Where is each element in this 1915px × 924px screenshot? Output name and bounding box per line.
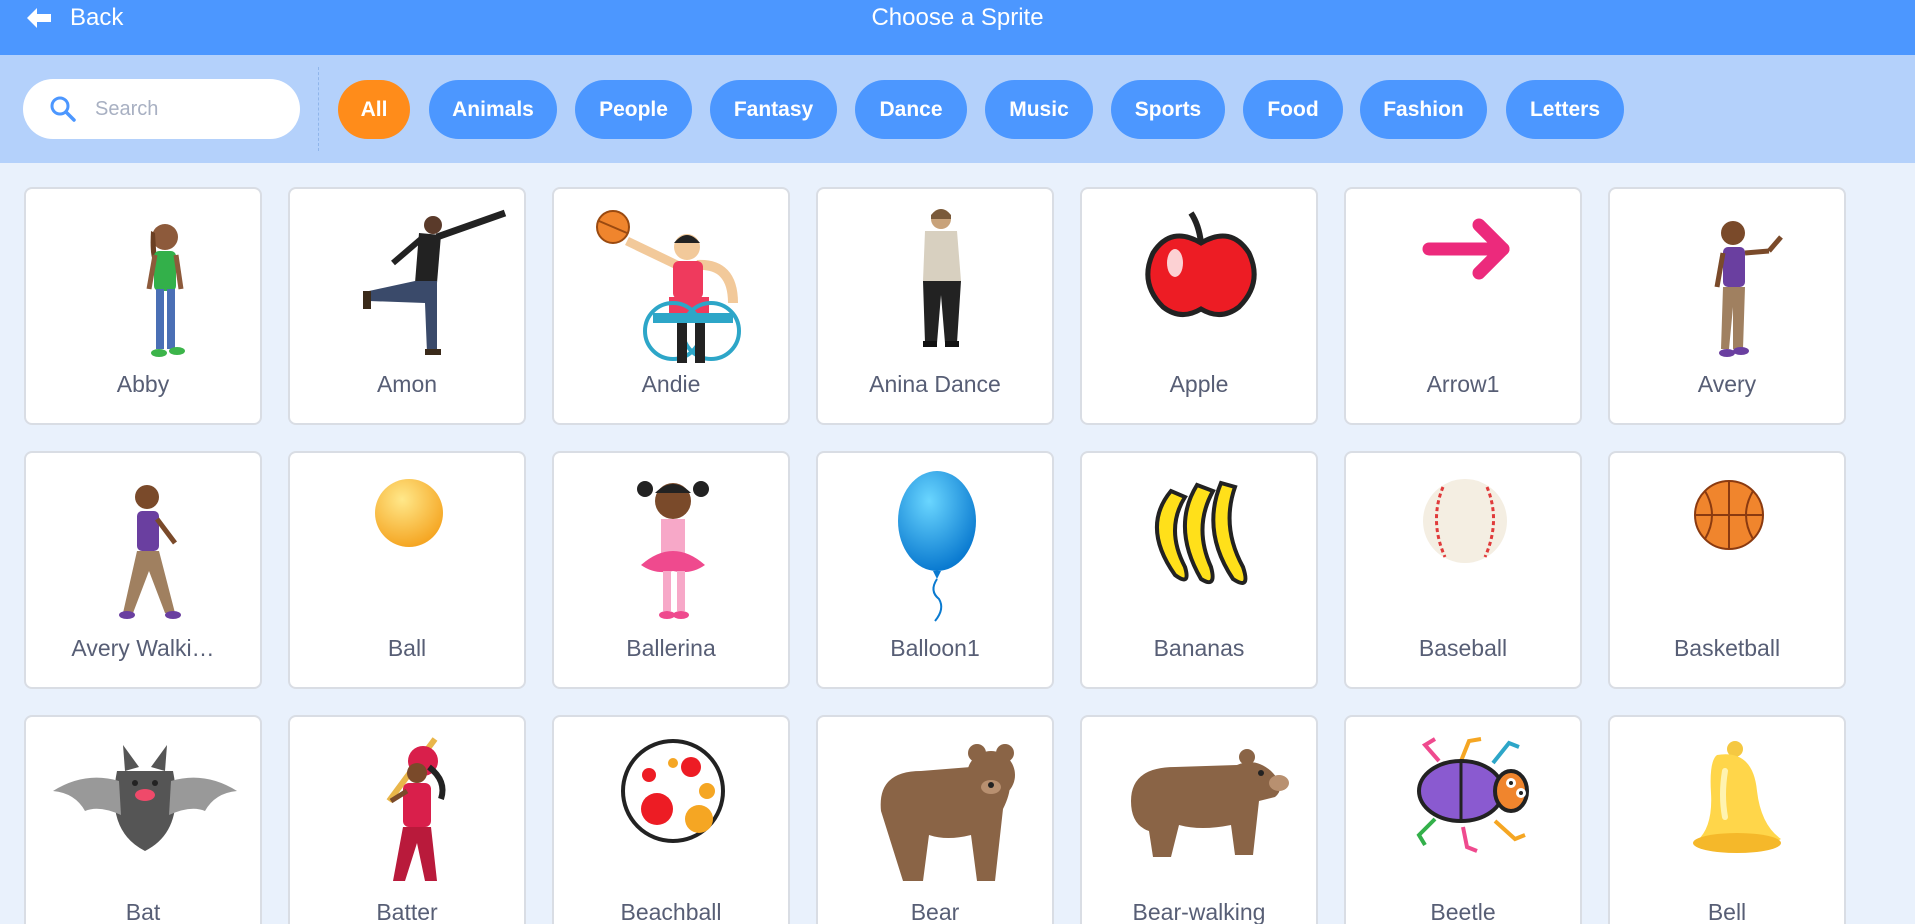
sprite-card-baseball[interactable]: Baseball	[1344, 451, 1582, 689]
man-dancing-icon	[363, 209, 507, 355]
sprite-name: Beetle	[1430, 899, 1496, 924]
ball-icon	[375, 479, 443, 547]
sprite-card-apple[interactable]: Apple	[1080, 187, 1318, 425]
sprite-name: Bear	[910, 899, 960, 924]
baseball-icon	[1423, 479, 1507, 563]
sprite-card-batter[interactable]: Batter	[288, 715, 526, 924]
tag-dance[interactable]: Dance	[855, 80, 967, 139]
sprite-card-basketball[interactable]: Basketball	[1608, 451, 1846, 689]
beachball-icon	[621, 739, 725, 843]
search-input[interactable]	[95, 97, 285, 121]
tag-people[interactable]: People	[575, 80, 692, 139]
sprite-name: Beachball	[620, 899, 722, 924]
girl-standing-icon	[146, 224, 185, 357]
tag-food[interactable]: Food	[1243, 80, 1343, 139]
arrow-right-icon	[1422, 218, 1510, 280]
sprite-name: Apple	[1169, 371, 1229, 397]
tag-sports[interactable]: Sports	[1111, 80, 1225, 139]
wheelchair-basketball-player-icon	[596, 210, 741, 363]
filter-bar: All Animals People Fantasy Dance Music S…	[0, 55, 1915, 163]
bananas-icon	[1155, 480, 1248, 585]
modal-header: Back Choose a Sprite	[0, 0, 1915, 55]
girl-walking-icon	[119, 485, 181, 619]
sprite-card-amon[interactable]: Amon	[288, 187, 526, 425]
sprite-name: Bell	[1707, 899, 1747, 924]
sprite-name: Abby	[116, 371, 170, 397]
sprite-name: Bat	[125, 899, 161, 924]
basketball-icon	[1694, 480, 1764, 550]
sprite-name: Baseball	[1418, 635, 1508, 661]
sprite-name: Ballerina	[626, 635, 716, 661]
filter-divider	[318, 67, 319, 151]
sprite-card-bear[interactable]: Bear	[816, 715, 1054, 924]
sprite-card-arrow1[interactable]: Arrow1	[1344, 187, 1582, 425]
baseball-batter-icon	[386, 737, 446, 881]
sprite-name: Basketball	[1673, 635, 1781, 661]
sprite-card-bell[interactable]: Bell	[1608, 715, 1846, 924]
sprite-card-beetle[interactable]: Beetle	[1344, 715, 1582, 924]
apple-icon	[1145, 211, 1257, 317]
sprite-name: Avery	[1697, 371, 1757, 397]
sprite-card-anina-dance[interactable]: Anina Dance	[816, 187, 1054, 425]
sprite-card-bear-walking[interactable]: Bear-walking	[1080, 715, 1318, 924]
sprite-name: Andie	[641, 371, 701, 397]
sprite-card-abby[interactable]: Abby	[24, 187, 262, 425]
bat-icon	[53, 745, 237, 851]
sprite-name: Arrow1	[1426, 371, 1500, 397]
tag-all[interactable]: All	[338, 80, 410, 139]
tag-letters[interactable]: Letters	[1506, 80, 1624, 139]
search-box[interactable]	[23, 79, 300, 139]
sprite-name: Bear-walking	[1132, 899, 1266, 924]
sprite-card-avery-walking[interactable]: Avery Walki…	[24, 451, 262, 689]
sprite-name: Avery Walki…	[71, 635, 215, 661]
sprite-name: Batter	[376, 899, 438, 924]
sprite-card-avery[interactable]: Avery	[1608, 187, 1846, 425]
sprite-name: Balloon1	[890, 635, 980, 661]
sprite-name: Anina Dance	[869, 371, 1001, 397]
girl-waving-icon	[1714, 221, 1783, 357]
bear-walking-icon	[1131, 749, 1289, 857]
sprite-grid: Abby Amon Andie Anina Dance Apple Arrow1…	[0, 163, 1915, 924]
sprite-card-ballerina[interactable]: Ballerina	[552, 451, 790, 689]
bear-icon	[880, 744, 1015, 881]
sprite-card-beachball[interactable]: Beachball	[552, 715, 790, 924]
sprite-card-balloon1[interactable]: Balloon1	[816, 451, 1054, 689]
tag-music[interactable]: Music	[985, 80, 1093, 139]
sprite-card-ball[interactable]: Ball	[288, 451, 526, 689]
sprite-card-bat[interactable]: Bat	[24, 715, 262, 924]
sprite-card-andie[interactable]: Andie	[552, 187, 790, 425]
tag-fantasy[interactable]: Fantasy	[710, 80, 837, 139]
balloon-icon	[898, 471, 976, 622]
sprite-card-bananas[interactable]: Bananas	[1080, 451, 1318, 689]
search-icon	[50, 96, 76, 122]
sprite-name: Ball	[387, 635, 427, 661]
sprite-name: Bananas	[1153, 635, 1245, 661]
tag-fashion[interactable]: Fashion	[1360, 80, 1487, 139]
sprite-name: Amon	[376, 371, 438, 397]
woman-dancing-icon	[923, 209, 961, 347]
ballerina-icon	[637, 481, 709, 619]
modal-title: Choose a Sprite	[871, 4, 1044, 31]
bell-icon	[1693, 741, 1781, 853]
tag-animals[interactable]: Animals	[429, 80, 557, 139]
beetle-icon	[1416, 737, 1529, 853]
